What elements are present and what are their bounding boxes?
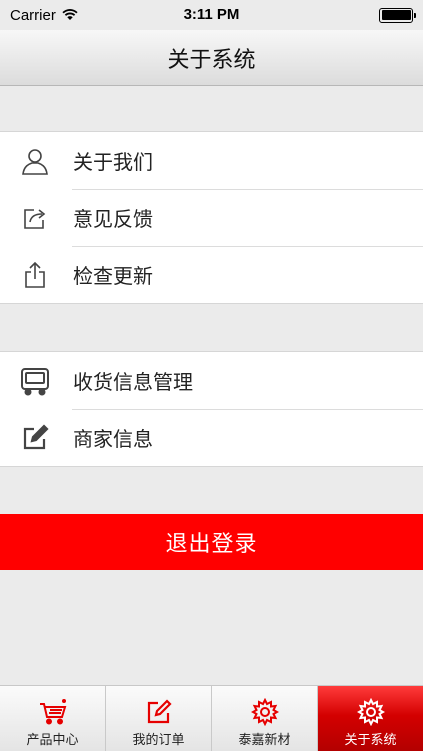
tab-product-center[interactable]: 产品中心: [0, 686, 106, 751]
logout-label: 退出登录: [165, 532, 258, 557]
tab-label: 泰嘉新材: [238, 733, 291, 748]
truck-icon: [17, 363, 53, 399]
page-title: 关于系统: [167, 47, 256, 73]
logout-button[interactable]: 退出登录: [0, 514, 423, 570]
status-bar: Carrier 3:11 PM: [0, 0, 423, 30]
settings-group-2: 收货信息管理 商家信息: [0, 351, 423, 467]
edit-icon: [17, 420, 53, 456]
pencil-icon: [144, 697, 174, 727]
tab-label: 产品中心: [26, 733, 79, 748]
upload-icon: [17, 257, 53, 293]
tab-taijia[interactable]: 泰嘉新材: [212, 686, 318, 751]
tab-about-system[interactable]: 关于系统: [318, 686, 423, 751]
navigation-bar: 关于系统: [0, 30, 423, 86]
gear-icon: [356, 697, 386, 727]
gear-icon: [250, 697, 280, 727]
battery-icon: [379, 7, 416, 23]
status-time: 3:11 PM: [183, 6, 240, 23]
row-check-update[interactable]: 检查更新: [0, 246, 423, 303]
row-label: 关于我们: [73, 150, 153, 174]
tab-bar: 产品中心 我的订单 泰嘉新材 关于系统: [0, 685, 423, 751]
row-label: 意见反馈: [73, 207, 153, 231]
row-shipping-info[interactable]: 收货信息管理: [0, 352, 423, 409]
cart-icon: [38, 697, 68, 727]
row-merchant-info[interactable]: 商家信息: [0, 409, 423, 466]
tab-my-orders[interactable]: 我的订单: [106, 686, 212, 751]
row-label: 检查更新: [73, 264, 153, 288]
tab-label: 我的订单: [132, 733, 185, 748]
row-feedback[interactable]: 意见反馈: [0, 189, 423, 246]
row-about-us[interactable]: 关于我们: [0, 132, 423, 189]
user-icon: [17, 143, 53, 179]
tab-label: 关于系统: [344, 733, 397, 748]
row-label: 商家信息: [73, 427, 153, 451]
row-label: 收货信息管理: [73, 370, 193, 394]
settings-group-1: 关于我们 意见反馈 检查更新: [0, 131, 423, 304]
share-icon: [17, 200, 53, 236]
